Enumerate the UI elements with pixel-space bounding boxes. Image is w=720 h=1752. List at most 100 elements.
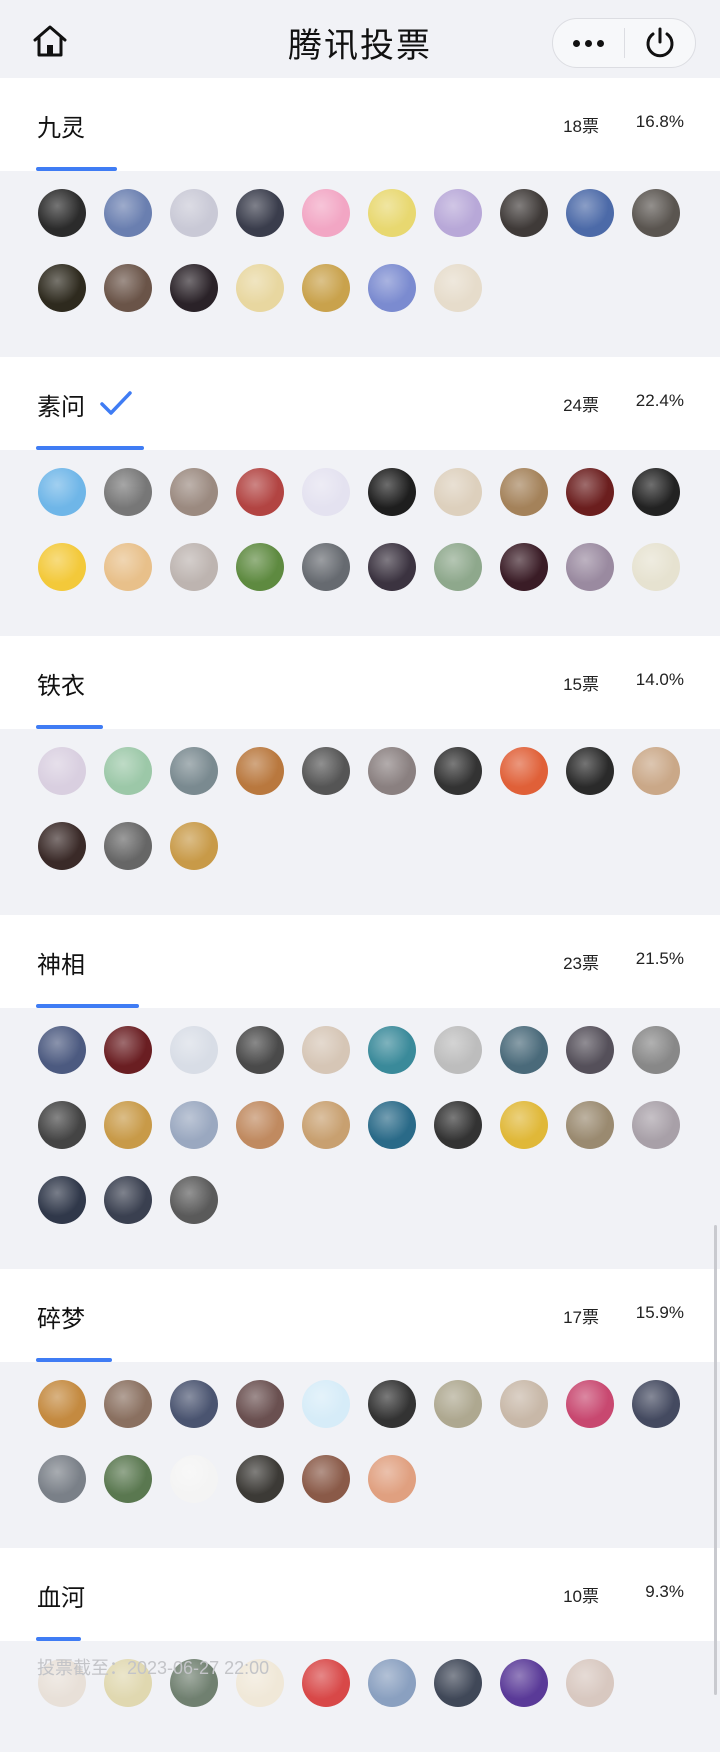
- voter-avatar[interactable]: [302, 1455, 350, 1503]
- voter-avatar[interactable]: [104, 543, 152, 591]
- voter-avatar[interactable]: [170, 1380, 218, 1428]
- voter-avatar[interactable]: [368, 1659, 416, 1707]
- voter-avatar[interactable]: [368, 1026, 416, 1074]
- voter-avatar[interactable]: [434, 543, 482, 591]
- more-button[interactable]: [553, 19, 624, 67]
- voter-avatar[interactable]: [38, 264, 86, 312]
- voter-avatar[interactable]: [632, 468, 680, 516]
- voter-avatar[interactable]: [38, 1455, 86, 1503]
- voter-avatar[interactable]: [236, 747, 284, 795]
- voter-avatar[interactable]: [368, 1455, 416, 1503]
- voter-avatar[interactable]: [170, 1455, 218, 1503]
- voter-avatar[interactable]: [170, 1101, 218, 1149]
- voter-avatar[interactable]: [566, 1380, 614, 1428]
- voter-avatar[interactable]: [632, 1380, 680, 1428]
- close-button[interactable]: [625, 19, 696, 67]
- voter-avatar[interactable]: [368, 543, 416, 591]
- voter-avatar[interactable]: [434, 1101, 482, 1149]
- voter-avatar[interactable]: [170, 822, 218, 870]
- voter-avatar[interactable]: [368, 468, 416, 516]
- voter-avatar[interactable]: [170, 747, 218, 795]
- voter-avatar[interactable]: [368, 264, 416, 312]
- voter-avatar[interactable]: [302, 1380, 350, 1428]
- voter-avatar[interactable]: [566, 543, 614, 591]
- voter-avatar[interactable]: [500, 747, 548, 795]
- voter-avatar[interactable]: [236, 1026, 284, 1074]
- voter-avatar[interactable]: [500, 1380, 548, 1428]
- voter-avatar[interactable]: [302, 747, 350, 795]
- voter-avatar[interactable]: [104, 1380, 152, 1428]
- voter-avatar[interactable]: [104, 1176, 152, 1224]
- voter-avatar[interactable]: [104, 189, 152, 237]
- voter-avatar[interactable]: [236, 264, 284, 312]
- voter-avatar[interactable]: [500, 1659, 548, 1707]
- voter-avatar[interactable]: [302, 1026, 350, 1074]
- voter-avatar[interactable]: [434, 468, 482, 516]
- voter-avatar[interactable]: [566, 1101, 614, 1149]
- vote-option-header[interactable]: 素问 24票 22.4%: [0, 357, 720, 450]
- voter-avatar[interactable]: [368, 189, 416, 237]
- voter-avatar[interactable]: [170, 189, 218, 237]
- voter-avatar[interactable]: [104, 747, 152, 795]
- voter-avatar[interactable]: [500, 543, 548, 591]
- voter-avatar[interactable]: [368, 1101, 416, 1149]
- voter-avatar[interactable]: [104, 468, 152, 516]
- voter-avatar[interactable]: [500, 468, 548, 516]
- voter-avatar[interactable]: [236, 1101, 284, 1149]
- voter-avatar[interactable]: [38, 468, 86, 516]
- scrollbar[interactable]: [714, 1225, 717, 1695]
- voter-avatar[interactable]: [434, 1659, 482, 1707]
- voter-avatar[interactable]: [302, 1101, 350, 1149]
- voter-avatar[interactable]: [368, 1380, 416, 1428]
- voter-avatar[interactable]: [170, 1176, 218, 1224]
- voter-avatar[interactable]: [38, 1026, 86, 1074]
- voter-avatar[interactable]: [302, 189, 350, 237]
- voter-avatar[interactable]: [632, 543, 680, 591]
- voter-avatar[interactable]: [38, 1101, 86, 1149]
- voter-avatar[interactable]: [104, 264, 152, 312]
- voter-avatar[interactable]: [434, 747, 482, 795]
- voter-avatar[interactable]: [236, 189, 284, 237]
- voter-avatar[interactable]: [566, 1659, 614, 1707]
- voter-avatar[interactable]: [500, 189, 548, 237]
- voter-avatar[interactable]: [302, 543, 350, 591]
- vote-option-header[interactable]: 铁衣 15票 14.0%: [0, 636, 720, 729]
- voter-avatar[interactable]: [368, 747, 416, 795]
- voter-avatar[interactable]: [236, 1455, 284, 1503]
- voter-avatar[interactable]: [302, 1659, 350, 1707]
- voter-avatar[interactable]: [38, 543, 86, 591]
- voter-avatar[interactable]: [434, 1026, 482, 1074]
- voter-avatar[interactable]: [104, 822, 152, 870]
- voter-avatar[interactable]: [170, 1026, 218, 1074]
- voter-avatar[interactable]: [104, 1026, 152, 1074]
- voter-avatar[interactable]: [302, 468, 350, 516]
- vote-option-header[interactable]: 碎梦 17票 15.9%: [0, 1269, 720, 1362]
- voter-avatar[interactable]: [170, 543, 218, 591]
- voter-avatar[interactable]: [500, 1101, 548, 1149]
- voter-avatar[interactable]: [500, 1026, 548, 1074]
- voter-avatar[interactable]: [236, 468, 284, 516]
- voter-avatar[interactable]: [104, 1455, 152, 1503]
- voter-avatar[interactable]: [434, 264, 482, 312]
- voter-avatar[interactable]: [632, 747, 680, 795]
- voter-avatar[interactable]: [566, 189, 614, 237]
- voter-avatar[interactable]: [632, 1101, 680, 1149]
- voter-avatar[interactable]: [38, 747, 86, 795]
- voter-avatar[interactable]: [302, 264, 350, 312]
- voter-avatar[interactable]: [566, 468, 614, 516]
- vote-option-header[interactable]: 神相 23票 21.5%: [0, 915, 720, 1008]
- voter-avatar[interactable]: [566, 747, 614, 795]
- voter-avatar[interactable]: [170, 468, 218, 516]
- voter-avatar[interactable]: [38, 189, 86, 237]
- voter-avatar[interactable]: [236, 1380, 284, 1428]
- voter-avatar[interactable]: [434, 1380, 482, 1428]
- voter-avatar[interactable]: [38, 822, 86, 870]
- voter-avatar[interactable]: [434, 189, 482, 237]
- voter-avatar[interactable]: [104, 1101, 152, 1149]
- voter-avatar[interactable]: [566, 1026, 614, 1074]
- voter-avatar[interactable]: [38, 1380, 86, 1428]
- vote-option-header[interactable]: 血河 10票 9.3%: [0, 1548, 720, 1641]
- voter-avatar[interactable]: [236, 543, 284, 591]
- vote-option-header[interactable]: 九灵 18票 16.8%: [0, 78, 720, 171]
- voter-avatar[interactable]: [632, 1026, 680, 1074]
